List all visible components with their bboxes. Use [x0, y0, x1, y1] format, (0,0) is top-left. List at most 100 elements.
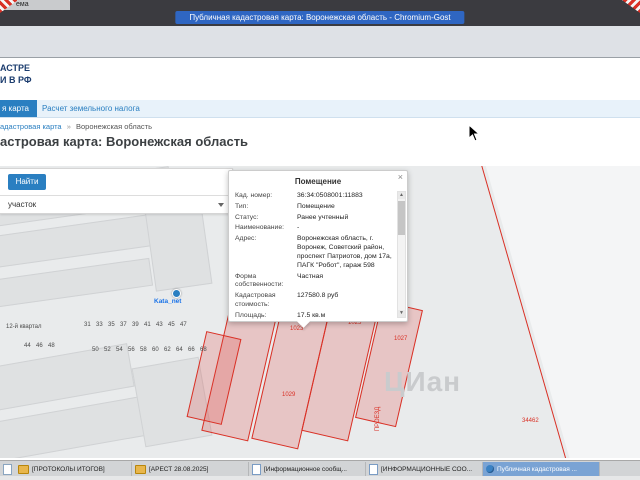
breadcrumb-separator: »: [66, 122, 71, 131]
map-label: 37: [120, 322, 127, 328]
taskbar-item-label: [ИНФОРМАЦИОННЫЕ СОО...: [381, 465, 473, 473]
map-building: [144, 202, 213, 292]
popup-field-row: Кад. номер: 36:34:0508001:11883: [229, 191, 398, 202]
map-label: 56: [128, 347, 135, 353]
tab-cadastral-map[interactable]: я карта: [0, 100, 37, 117]
popup-field-label: Наименование:: [235, 224, 285, 232]
popup-field-value: Частная: [297, 272, 324, 280]
tab-land-tax[interactable]: Расчет земельного налога: [42, 100, 140, 117]
globe-icon: [486, 465, 494, 473]
map-label: 48: [48, 343, 55, 349]
logo-line2: И В РФ: [0, 75, 32, 86]
taskbar-item[interactable]: [ИНФОРМАЦИОННЫЕ СОО...: [366, 462, 483, 476]
taskbar-item[interactable]: [ПРОТОКОЛЫ ИТОГОВ]: [15, 462, 132, 476]
map-label: 12-й квартал: [6, 324, 42, 330]
map-marker-icon[interactable]: [172, 289, 181, 298]
popup-field-value: Помещение: [297, 202, 335, 210]
map-label: 35: [108, 322, 115, 328]
map-canvas[interactable]: ЦИан 12-й квартал 44 46 48 50 52 54 56 58 60 62 64 6…: [0, 166, 640, 458]
scroll-down-icon[interactable]: ▼: [398, 310, 405, 317]
popup-fields: Кад. номер: 36:34:0508001:11883 Тип: Помеще…: [229, 191, 398, 321]
popup-field-value: -: [297, 224, 300, 232]
popup-field-row: Площадь: 17.5 кв.м: [229, 311, 398, 321]
search-panel: Найти участок: [0, 168, 233, 214]
document-icon[interactable]: [3, 463, 12, 475]
document-icon: [369, 463, 378, 475]
chevron-down-icon: [218, 203, 224, 207]
map-watermark: ЦИан: [384, 366, 462, 397]
scrollbar-thumb[interactable]: [398, 201, 405, 235]
find-button[interactable]: Найти: [8, 174, 46, 190]
popup-field-label: Форма собственности:: [235, 272, 284, 289]
map-label: 64: [176, 347, 183, 353]
popup-field-value: 127580.8 руб: [297, 292, 339, 300]
popup-scrollbar[interactable]: ▲ ▼: [397, 191, 406, 318]
map-label: 31: [84, 322, 91, 328]
window-title: Публичная кадастровая карта: Воронежская…: [175, 11, 465, 24]
map-label: 34462: [522, 418, 539, 424]
taskbar-item-label: [ПРОТОКОЛЫ ИТОГОВ]: [32, 465, 105, 473]
breadcrumb-current: Воронежская область: [75, 122, 153, 131]
folder-icon: [18, 464, 29, 474]
browser-toolbar: r.com/map/voronezhskaya-oblast: [0, 26, 640, 77]
taskbar-item-label: [Информационное сообщ...: [264, 465, 347, 473]
map-label: 66: [188, 347, 195, 353]
map-label: 60: [152, 347, 159, 353]
popup-field-label: Тип:: [235, 202, 249, 210]
map-label: 1027: [394, 336, 408, 342]
popup-field-label: Кад. номер:: [235, 192, 273, 199]
map-label: ПРОЕЗД: [375, 406, 382, 432]
breadcrumb-parent[interactable]: адастровая карта: [0, 122, 62, 131]
map-label: 39: [132, 322, 139, 328]
map-label: 41: [144, 322, 151, 328]
popup-field-value: 36:34:0508001:11883: [297, 192, 363, 199]
map-label: 44: [24, 343, 31, 349]
map-label: 43: [156, 322, 163, 328]
taskbar-item[interactable]: [Информационное сообщ...: [249, 462, 366, 476]
map-label: 52: [104, 347, 111, 353]
taskbar: [ПРОТОКОЛЫ ИТОГОВ] [АРЕСТ 28.08.2025] [Инф…: [0, 460, 640, 477]
map-label: 45: [168, 322, 175, 328]
window-titlebar: ема Публичная кадастровая карта: Воронеж…: [0, 0, 640, 26]
close-icon[interactable]: ×: [398, 173, 403, 182]
popup-field-label: Адрес:: [235, 235, 257, 243]
document-icon: [252, 463, 261, 475]
map-label: Kata_net: [154, 298, 182, 305]
tab-band: я карта Расчет земельного налога: [0, 100, 640, 118]
object-type-select[interactable]: участок: [0, 195, 232, 213]
bottom-strip: [0, 476, 640, 480]
mouse-cursor: [468, 123, 481, 147]
scroll-up-icon[interactable]: ▲: [398, 192, 405, 199]
popup-field-label: Статус:: [235, 213, 259, 221]
popup-field-value: Ранее учтенный: [297, 213, 349, 221]
popup-field-label: Кадастровая стоимость:: [235, 292, 276, 309]
popup-field-row: Кадастровая стоимость: 127580.8 руб: [229, 291, 398, 311]
menu-fragment[interactable]: ема: [16, 1, 29, 8]
taskbar-items: [ПРОТОКОЛЫ ИТОГОВ] [АРЕСТ 28.08.2025] [Инф…: [15, 461, 600, 477]
popup-field-row: Форма собственности: Частная: [229, 272, 398, 292]
map-label: 33: [96, 322, 103, 328]
map-light-zone: [480, 166, 640, 458]
taskbar-item[interactable]: [АРЕСТ 28.08.2025]: [132, 462, 249, 476]
popup-field-value: Воронежская область, г. Воронеж, Советск…: [297, 235, 392, 269]
map-label: 46: [36, 343, 43, 349]
popup-field-row: Тип: Помещение: [229, 202, 398, 213]
map-label: 58: [140, 347, 147, 353]
taskbar-item[interactable]: Публичная кадастровая ...: [483, 462, 600, 476]
taskbar-item-label: Публичная кадастровая ...: [497, 465, 577, 473]
site-logo: АСТРЕ И В РФ: [0, 62, 32, 86]
folder-icon: [135, 464, 146, 474]
breadcrumb: адастровая карта » Воронежская область: [0, 122, 152, 131]
popup-field-row: Статус: Ранее учтенный: [229, 213, 398, 224]
popup-field-label: Площадь:: [235, 311, 267, 319]
map-label: 62: [164, 347, 171, 353]
popup-field-value: 17.5 кв.м: [297, 311, 326, 319]
map-label: 47: [180, 322, 187, 328]
map-label: 50: [92, 347, 99, 353]
map-label: 68: [200, 347, 207, 353]
map-label: 1023: [290, 326, 304, 332]
parcel-info-popup: Помещение × Кад. номер: 36:34:0508001:118…: [228, 170, 408, 328]
popup-title: Помещение: [294, 177, 342, 186]
map-building: [0, 257, 154, 311]
popup-field-row: Адрес: Воронежская область, г. Воронеж, С…: [229, 234, 398, 271]
